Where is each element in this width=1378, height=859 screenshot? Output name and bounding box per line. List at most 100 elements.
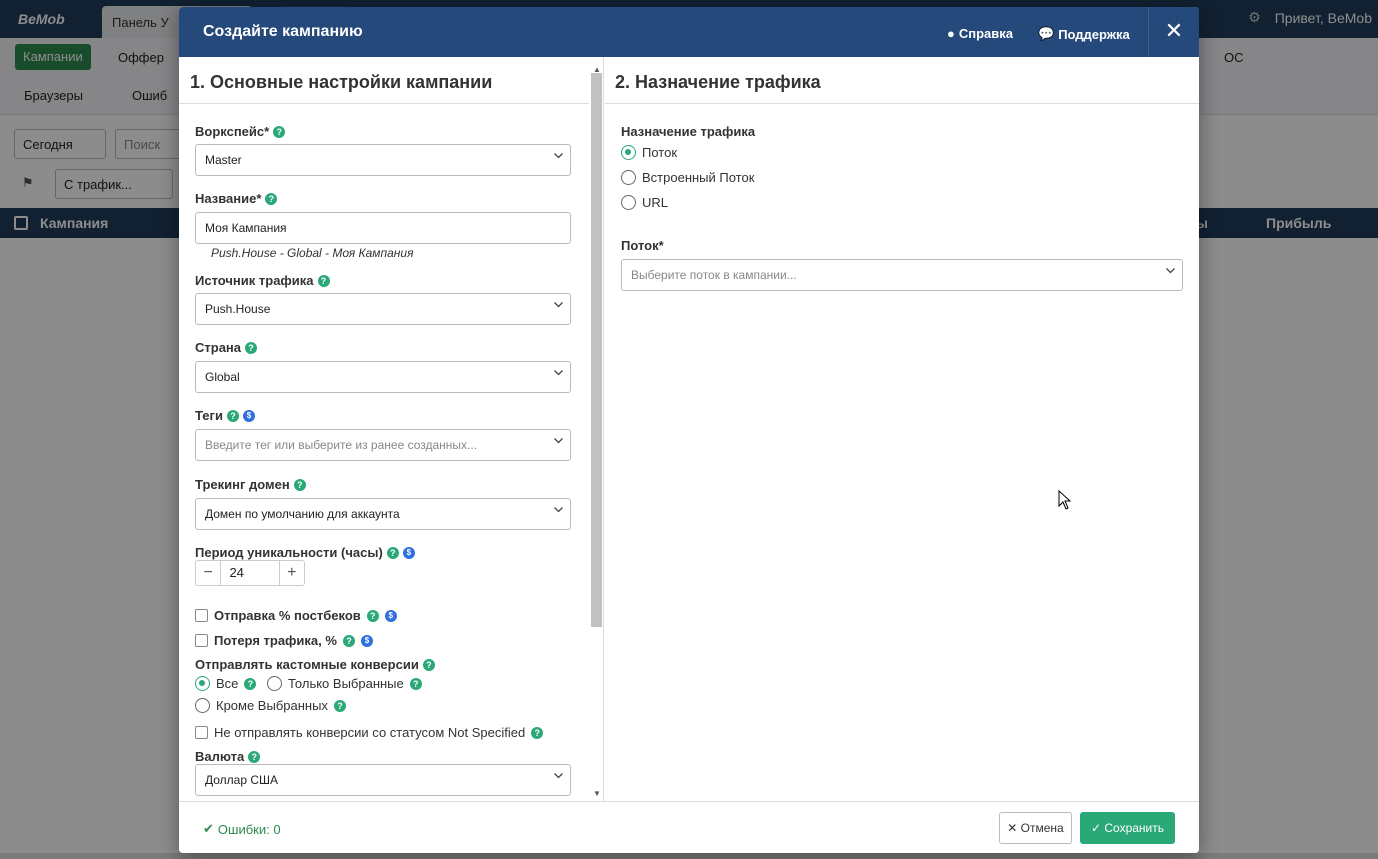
scroll-down-arrow[interactable]: ▼: [593, 789, 601, 798]
cancel-button[interactable]: ✕ Отмена: [999, 812, 1072, 844]
traffic-source-select[interactable]: Push.House: [195, 293, 571, 325]
tracking-domain-select[interactable]: Домен по умолчанию для аккаунта: [195, 498, 571, 530]
radio-except-label: Кроме Выбранных: [216, 698, 328, 713]
radio-flow[interactable]: Поток: [621, 145, 677, 160]
help-icon[interactable]: ?: [422, 658, 435, 671]
check-circle-icon: ✔: [203, 821, 214, 836]
radio-selected-label: Только Выбранные: [288, 676, 404, 691]
radio-except-selected[interactable]: Кроме Выбранных?: [195, 698, 346, 713]
not-specified-label: Не отправлять конверсии со статусом Not …: [214, 725, 526, 740]
info-icon[interactable]: $: [384, 609, 397, 622]
left-panel-scrollbar[interactable]: ▲ ▼: [589, 65, 602, 801]
help-icon[interactable]: ?: [409, 677, 422, 690]
support-link[interactable]: 💬 Поддержка: [1038, 26, 1130, 42]
info-icon[interactable]: $: [242, 409, 255, 422]
chevron-down-icon: [554, 773, 563, 781]
currency-select[interactable]: Доллар США: [195, 764, 571, 796]
help-icon[interactable]: ?: [366, 609, 379, 622]
divider: [605, 103, 1199, 104]
chat-icon: 💬: [1038, 26, 1055, 41]
radio-circle[interactable]: [621, 170, 636, 185]
scroll-thumb[interactable]: [591, 73, 602, 627]
help-label: Справка: [958, 26, 1013, 41]
flow-select[interactable]: Выберите поток в кампании...: [621, 259, 1183, 291]
radio-builtin-flow[interactable]: Встроенный Поток: [621, 170, 754, 185]
uniqueness-period-label: Период уникальности (часы)? $: [195, 545, 415, 560]
help-icon[interactable]: ?: [342, 634, 355, 647]
chevron-down-icon: [1166, 268, 1175, 276]
country-label: Страна?: [195, 340, 258, 355]
modal-footer: ✔ Ошибки: 0 ✕ Отмена ✓ Сохранить: [179, 801, 1199, 853]
increment-button[interactable]: +: [280, 561, 304, 585]
decrement-button[interactable]: −: [196, 561, 220, 585]
traffic-loss-label: Потеря трафика, %: [214, 633, 337, 648]
cancel-label: Отмена: [1020, 821, 1064, 835]
check-icon: ✓: [1090, 821, 1102, 835]
chevron-down-icon: [554, 507, 563, 515]
info-icon[interactable]: $: [402, 546, 415, 559]
not-specified-checkbox[interactable]: Не отправлять конверсии со статусом Not …: [195, 725, 544, 740]
save-button[interactable]: ✓ Сохранить: [1080, 812, 1175, 844]
postback-checkbox[interactable]: Отправка % постбеков? $: [195, 608, 397, 623]
checkbox-box[interactable]: [195, 634, 208, 647]
radio-url[interactable]: URL: [621, 195, 668, 210]
radio-flow-label: Поток: [642, 145, 678, 160]
help-icon[interactable]: ?: [244, 677, 257, 690]
close-button[interactable]: ✕: [1148, 7, 1199, 57]
period-value[interactable]: 24: [220, 561, 280, 585]
help-icon[interactable]: ?: [273, 125, 286, 138]
chevron-down-icon: [554, 370, 563, 378]
help-icon[interactable]: ?: [293, 478, 306, 491]
postback-label: Отправка % постбеков: [214, 608, 361, 623]
radio-url-label: URL: [642, 195, 669, 210]
uniqueness-period-stepper[interactable]: − 24 +: [195, 560, 305, 586]
help-icon[interactable]: ?: [386, 546, 399, 559]
checkbox-box[interactable]: [195, 726, 208, 739]
section-title-destination: 2. Назначение трафика: [615, 72, 821, 92]
flow-label: Поток*: [621, 238, 664, 253]
create-campaign-modal: Создайте кампанию ● Справка 💬 Поддержка …: [179, 7, 1199, 853]
divider: [179, 103, 589, 104]
info-icon[interactable]: $: [360, 634, 373, 647]
custom-conversions-label: Отправлять кастомные конверсии?: [195, 657, 435, 672]
modal-title: Создайте кампанию: [203, 23, 363, 40]
name-input[interactable]: Моя Кампания: [195, 212, 571, 244]
section-title-basic: 1. Основные настройки кампании: [190, 72, 493, 92]
help-link[interactable]: ● Справка: [947, 26, 1013, 41]
name-hint: Push.House - Global - Моя Кампания: [211, 246, 414, 260]
basic-settings-panel: 1. Основные настройки кампании Воркспейс…: [179, 57, 604, 801]
radio-all[interactable]: Все?: [195, 676, 257, 691]
name-label: Название*?: [195, 191, 278, 206]
help-icon[interactable]: ?: [226, 409, 239, 422]
errors-label: Ошибки: 0: [217, 821, 281, 837]
chevron-down-icon: [554, 438, 563, 446]
close-icon: ✕: [1007, 821, 1018, 835]
mouse-cursor: [1058, 489, 1072, 515]
radio-circle[interactable]: [267, 676, 282, 691]
radio-circle[interactable]: [621, 145, 636, 160]
country-select[interactable]: Global: [195, 361, 571, 393]
radio-circle[interactable]: [195, 698, 210, 713]
traffic-destination-panel: 2. Назначение трафика Назначение трафика…: [605, 57, 1199, 801]
help-icon[interactable]: ?: [333, 699, 346, 712]
domain-label: Трекинг домен?: [195, 477, 306, 492]
radio-only-selected[interactable]: Только Выбранные?: [267, 676, 422, 691]
errors-status: ✔ Ошибки: 0: [203, 821, 281, 837]
radio-circle[interactable]: [621, 195, 636, 210]
chevron-down-icon: [554, 302, 563, 310]
radio-all-label: Все: [216, 676, 239, 691]
help-icon: ●: [947, 26, 955, 41]
traffic-loss-checkbox[interactable]: Потеря трафика, %? $: [195, 633, 373, 648]
tags-label: Теги? $: [195, 408, 255, 423]
workspace-select[interactable]: Master: [195, 144, 571, 176]
tags-select[interactable]: Введите тег или выберите из ранее создан…: [195, 429, 571, 461]
help-icon[interactable]: ?: [317, 274, 330, 287]
destination-label: Назначение трафика: [621, 124, 756, 139]
radio-circle[interactable]: [195, 676, 210, 691]
checkbox-box[interactable]: [195, 609, 208, 622]
source-label: Источник трафика?: [195, 273, 330, 288]
help-icon[interactable]: ?: [245, 341, 258, 354]
help-icon[interactable]: ?: [265, 192, 278, 205]
help-icon[interactable]: ?: [531, 726, 544, 739]
help-icon[interactable]: ?: [248, 750, 261, 763]
